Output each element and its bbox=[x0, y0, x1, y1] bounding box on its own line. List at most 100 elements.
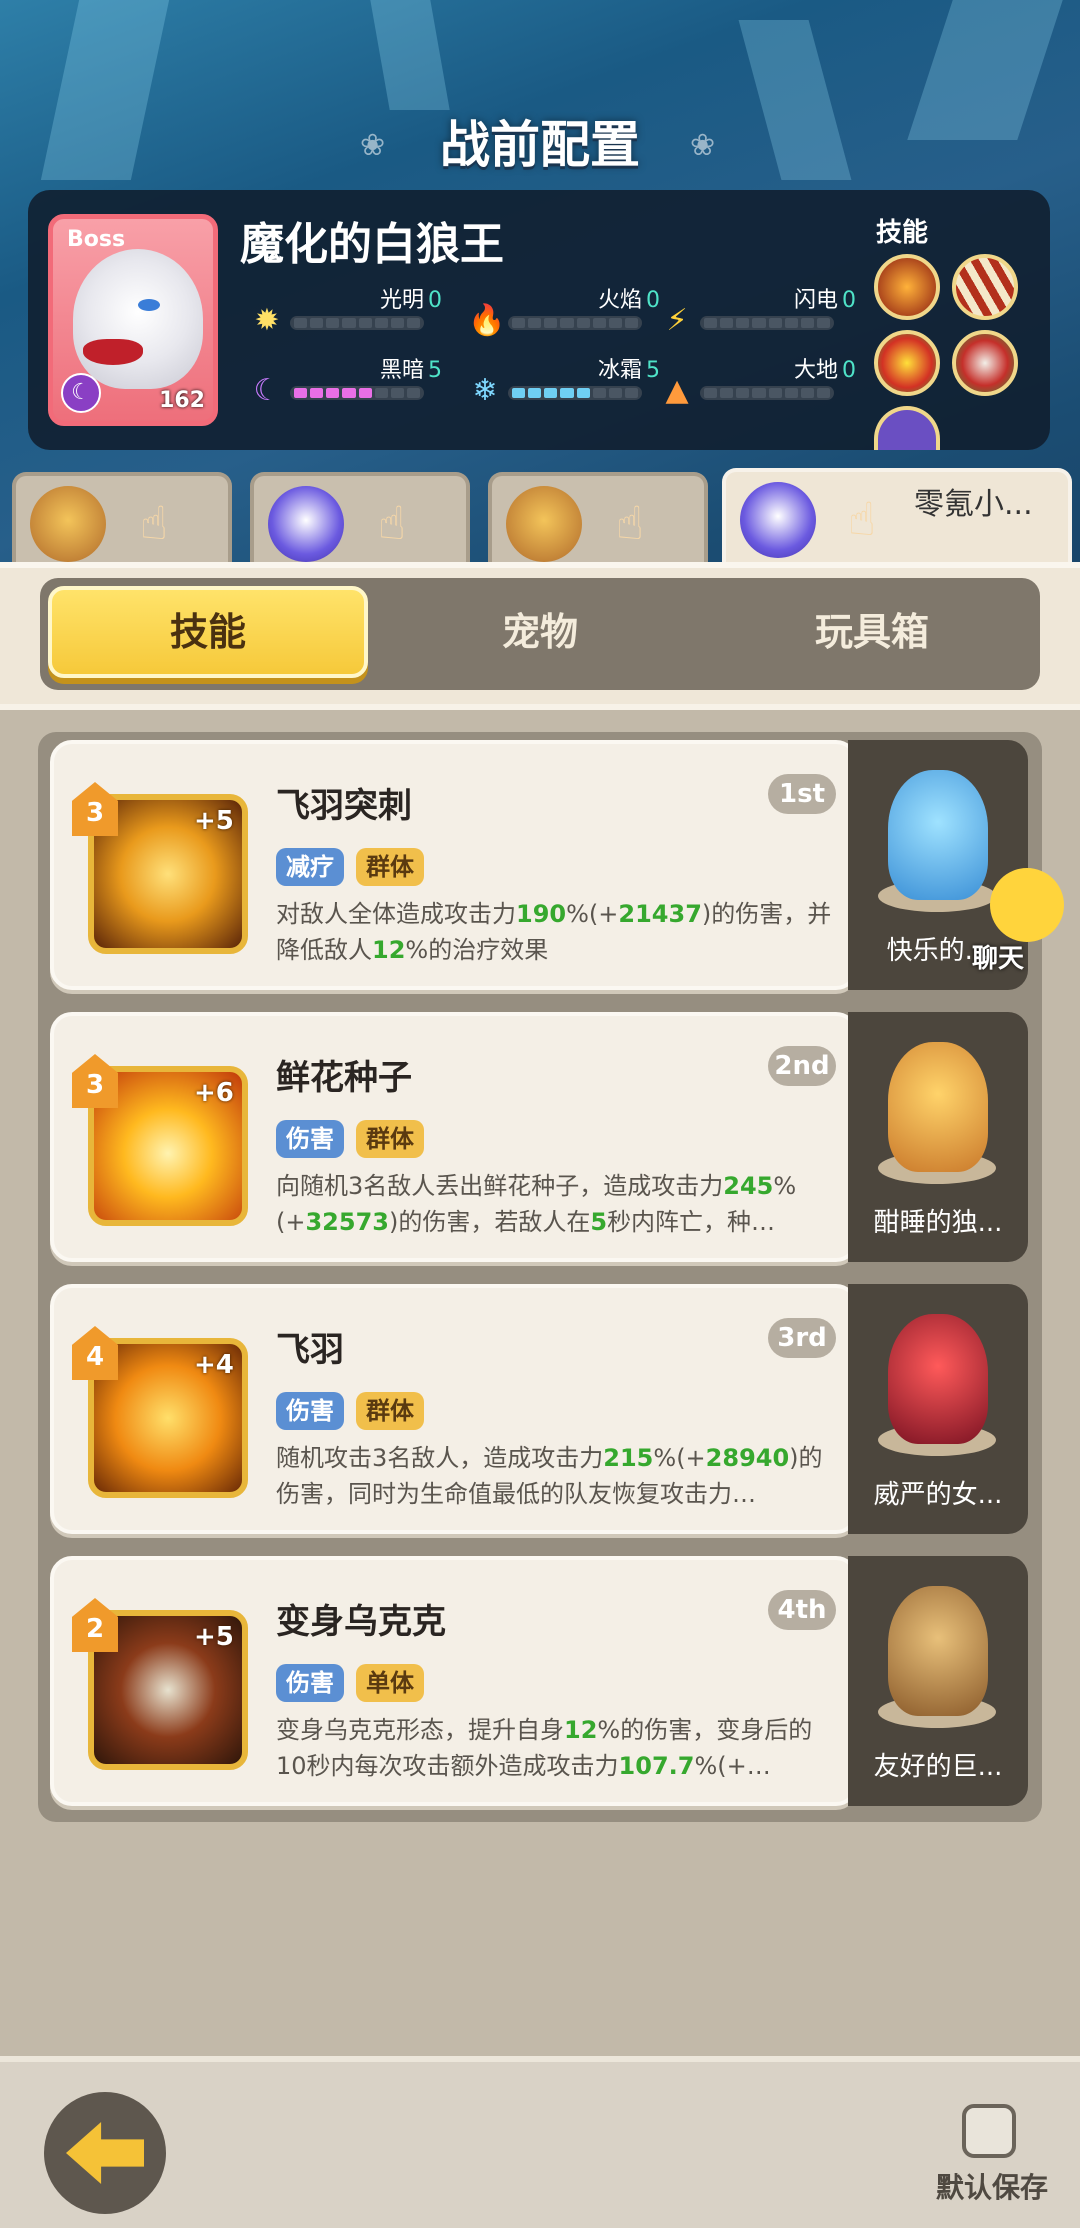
penguin-pet-icon bbox=[268, 486, 344, 562]
tab-pets[interactable]: 宠物 bbox=[380, 586, 700, 678]
pet-name: 威严的女... bbox=[873, 1480, 1003, 1510]
stat-earth: ▲ 大地 0 bbox=[660, 352, 856, 412]
moon-icon: ☾ bbox=[253, 373, 281, 408]
stat-label: 大地 bbox=[793, 358, 838, 383]
stat-bar bbox=[508, 316, 642, 330]
skill-level-badge: 3 bbox=[72, 782, 118, 836]
tab-bar: 技能 宠物 玩具箱 bbox=[40, 578, 1040, 690]
stat-bar bbox=[290, 316, 424, 330]
skill-plus-level: +4 bbox=[194, 1350, 234, 1380]
back-button[interactable] bbox=[44, 2092, 166, 2214]
default-save-label: 默认保存 bbox=[936, 2171, 1049, 2204]
skill-title: 鲜花种子 bbox=[276, 1058, 412, 1098]
skill-tag: 减疗 bbox=[276, 848, 344, 886]
skill-description: 变身乌克克形态，提升自身12%的伤害，变身后的10秒内每次攻击额外造成攻击力10… bbox=[276, 1716, 813, 1780]
stat-value: 0 bbox=[842, 358, 856, 383]
chat-button[interactable]: 聊天 bbox=[960, 868, 1080, 978]
skill-title: 飞羽突刺 bbox=[276, 786, 412, 826]
tap-hand-icon: ☝ bbox=[377, 496, 406, 550]
bear-pet-icon bbox=[506, 486, 582, 562]
skill-plus-level: +6 bbox=[194, 1078, 234, 1108]
stat-value: 0 bbox=[646, 288, 660, 313]
assigned-pet-card[interactable]: 友好的巨... bbox=[848, 1556, 1028, 1806]
tap-hand-icon: ☝ bbox=[139, 496, 168, 550]
skill-plus-level: +5 bbox=[194, 1622, 234, 1652]
skill-tag: 伤害 bbox=[276, 1664, 344, 1702]
boss-name: 魔化的白狼王 bbox=[240, 219, 504, 270]
skill-rank-badge: 3rd bbox=[768, 1318, 836, 1358]
skill-rank-badge: 1st bbox=[768, 774, 836, 814]
team-slot-name: 零氪小... bbox=[914, 487, 1033, 522]
team-slot-4[interactable]: ☝ 零氪小... bbox=[722, 468, 1072, 566]
team-slot-1[interactable]: ☝ bbox=[12, 472, 232, 564]
skill-title: 飞羽 bbox=[276, 1330, 344, 1370]
pet-name: 酣睡的独... bbox=[873, 1208, 1003, 1238]
skill-card[interactable]: 3 +6 鲜花种子 2nd 伤害 群体 向随机3名敌人丢出鲜花种子，造成攻击力245%(+3… bbox=[50, 1012, 858, 1262]
skill-card[interactable]: 3 +5 飞羽突刺 1st 减疗 群体对敌人全体造成攻击力190%(+21437)的伤害，… bbox=[50, 740, 858, 990]
skill-rank-badge: 4th bbox=[768, 1590, 836, 1630]
boss-portrait[interactable]: Boss ☾ 162 bbox=[48, 214, 218, 426]
boss-skill-howl-icon[interactable] bbox=[952, 330, 1018, 396]
skill-level-badge: 4 bbox=[72, 1326, 118, 1380]
skill-tag: 伤害 bbox=[276, 1120, 344, 1158]
assigned-pet-card[interactable]: 酣睡的独... bbox=[848, 1012, 1028, 1262]
boss-skill-partial-icon[interactable] bbox=[874, 406, 940, 450]
assigned-pet-card[interactable]: 威严的女... bbox=[848, 1284, 1028, 1534]
tap-hand-icon: ☝ bbox=[847, 492, 876, 546]
stat-label: 冰霜 bbox=[597, 358, 642, 383]
stat-value: 0 bbox=[428, 288, 442, 313]
skill-plus-level: +5 bbox=[194, 806, 234, 836]
boss-badge: Boss bbox=[67, 227, 126, 252]
tab-toybox[interactable]: 玩具箱 bbox=[712, 586, 1032, 678]
smiley-chat-icon bbox=[990, 868, 1064, 942]
skill-rank-badge: 2nd bbox=[768, 1046, 836, 1086]
chat-label: 聊天 bbox=[972, 944, 1025, 974]
boss-skill-claw-icon[interactable] bbox=[874, 254, 940, 320]
earth-icon: ▲ bbox=[665, 373, 689, 408]
lightning-icon: ⚡ bbox=[666, 303, 688, 338]
team-slot-2[interactable]: ☝ bbox=[250, 472, 470, 564]
back-arrow-icon bbox=[66, 2122, 144, 2184]
boss-skill-bite-icon[interactable] bbox=[874, 330, 940, 396]
skill-description: 向随机3名敌人丢出鲜花种子，造成攻击力245%(+32573)的伤害，若敌人在5… bbox=[276, 1172, 797, 1236]
snowflake-icon: ❄ bbox=[472, 373, 498, 408]
skill-tag: 单体 bbox=[356, 1664, 424, 1702]
stat-lightning: ⚡ 闪电 0 bbox=[660, 282, 856, 342]
stat-bar bbox=[290, 386, 424, 400]
stat-light: ✹ 光明 0 bbox=[250, 282, 442, 342]
tab-skills[interactable]: 技能 bbox=[48, 586, 368, 678]
stat-bar bbox=[700, 386, 834, 400]
stat-frost: ❄ 冰霜 5 bbox=[468, 352, 660, 412]
stat-bar bbox=[700, 316, 834, 330]
sun-icon: ✹ bbox=[254, 303, 280, 338]
skill-card[interactable]: 4 +4 飞羽 3rd 伤害 群体 随机攻击3名敌人，造成攻击力215%(+28940)的伤… bbox=[50, 1284, 858, 1534]
skill-card[interactable]: 2 +5 变身乌克克 4th 伤害 单体 变身乌克克形态，提升自身12%的伤害，变身后的10… bbox=[50, 1556, 858, 1806]
stat-label: 闪电 bbox=[793, 288, 838, 313]
skill-tag: 伤害 bbox=[276, 1392, 344, 1430]
stat-label: 黑暗 bbox=[379, 358, 424, 383]
wolf-eye-icon bbox=[138, 299, 160, 311]
skill-title: 变身乌克克 bbox=[276, 1602, 446, 1642]
boss-level: 162 bbox=[159, 388, 205, 413]
boss-skill-slash-icon[interactable] bbox=[952, 254, 1018, 320]
skill-description: 随机攻击3名敌人，造成攻击力215%(+28940)的伤害，同时为生命值最低的队… bbox=[276, 1444, 823, 1508]
default-save-checkbox[interactable] bbox=[962, 2104, 1016, 2158]
bear-pet-icon bbox=[30, 486, 106, 562]
skill-level-badge: 3 bbox=[72, 1054, 118, 1108]
boss-element-icon: ☾ bbox=[61, 373, 101, 413]
team-slot-3[interactable]: ☝ bbox=[488, 472, 708, 564]
white-wolf-portrait-icon bbox=[73, 249, 203, 389]
stat-value: 5 bbox=[646, 358, 660, 383]
skill-tag: 群体 bbox=[356, 848, 424, 886]
fire-icon: 🔥 bbox=[468, 303, 506, 338]
skill-description: 对敌人全体造成攻击力190%(+21437)的伤害，并降低敌人12%的治疗效果 bbox=[276, 900, 832, 964]
page-title: 战前配置 bbox=[440, 116, 640, 174]
pet-figure-icon bbox=[888, 1042, 988, 1172]
tap-hand-icon: ☝ bbox=[615, 496, 644, 550]
pet-name: 友好的巨... bbox=[873, 1752, 1003, 1782]
stat-bar bbox=[508, 386, 642, 400]
stat-fire: 🔥 火焰 0 bbox=[468, 282, 660, 342]
stat-label: 光明 bbox=[379, 288, 424, 313]
stat-value: 5 bbox=[428, 358, 442, 383]
pet-figure-icon bbox=[888, 1314, 988, 1444]
